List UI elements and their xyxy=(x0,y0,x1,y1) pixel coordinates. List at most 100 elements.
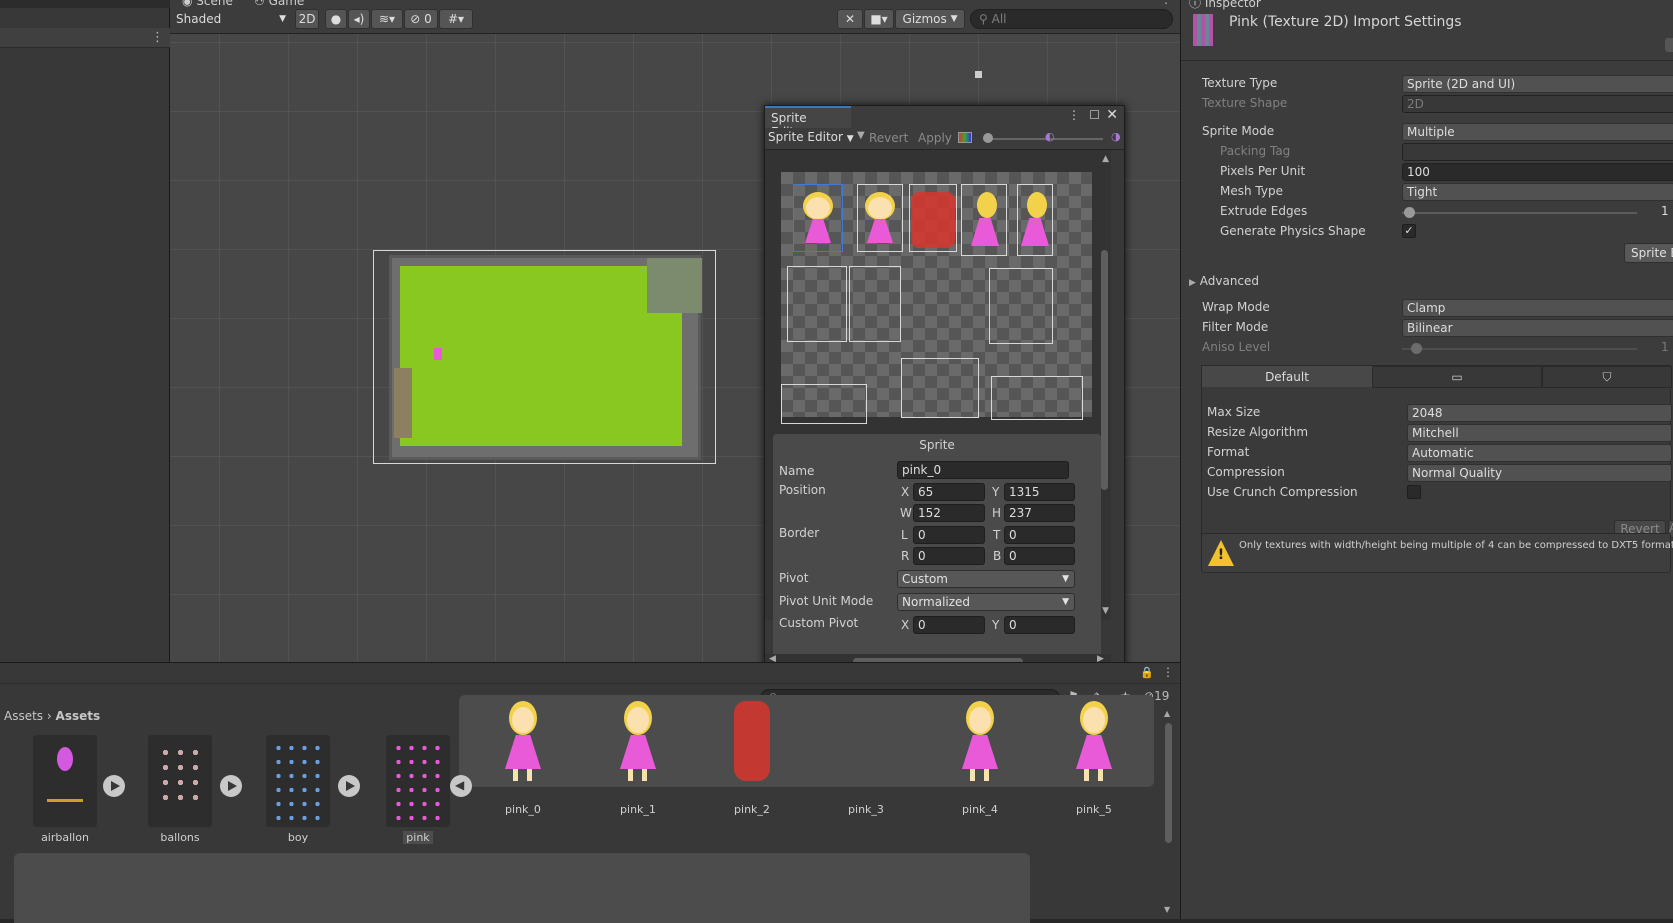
more-options-icon[interactable]: ⋮ xyxy=(151,30,164,45)
search-icon: ⚲ xyxy=(979,12,988,26)
toggle-2d-button[interactable]: 2D xyxy=(295,9,319,29)
generate-physics-checkbox[interactable]: ✓ xyxy=(1402,224,1416,238)
aniso-level-knob[interactable] xyxy=(1411,343,1423,354)
custom-pivot-x-field[interactable]: 0 xyxy=(913,616,985,634)
project-scrollbar[interactable]: ▲ ▼ xyxy=(1164,709,1174,917)
sprite-frame[interactable] xyxy=(787,266,847,342)
sprite-item-pink_2[interactable]: pink_2 xyxy=(712,695,792,820)
shading-dropdown[interactable]: Shaded ▼ xyxy=(174,9,290,29)
resize-algorithm-dropdown[interactable]: Mitchell xyxy=(1407,424,1672,442)
extrude-edges-value[interactable]: 1 xyxy=(1661,204,1669,218)
pixels-per-unit-field[interactable]: 100 xyxy=(1402,163,1673,181)
more-options-icon[interactable]: ⋮ xyxy=(1068,108,1080,122)
border-b-field[interactable]: 0 xyxy=(1004,547,1075,565)
more-options-icon[interactable]: ⋮ xyxy=(1162,665,1174,679)
advanced-foldout[interactable]: ▶ Advanced xyxy=(1189,274,1259,292)
position-x-field[interactable]: 65 xyxy=(913,483,985,501)
name-field[interactable]: pink_0 xyxy=(897,461,1069,479)
sprite-item-pink_4[interactable]: pink_4 xyxy=(940,695,1020,820)
wrap-mode-dropdown[interactable]: Clamp xyxy=(1402,299,1673,317)
expand-boy-button[interactable] xyxy=(338,775,360,797)
vertical-scrollbar[interactable] xyxy=(1101,250,1108,490)
tools-button[interactable]: ✕ xyxy=(837,9,863,29)
lighting-button[interactable]: ● xyxy=(325,9,347,29)
filter-mode-dropdown[interactable]: Bilinear xyxy=(1402,319,1673,337)
scroll-down-arrow[interactable]: ▼ xyxy=(1102,606,1109,616)
border-t-field[interactable]: 0 xyxy=(1004,526,1075,544)
revert-button[interactable]: Revert xyxy=(869,131,908,145)
sprite-item-pink_3[interactable]: pink_3 xyxy=(826,695,906,820)
maximize-icon[interactable]: ☐ xyxy=(1089,108,1100,122)
generate-physics-label: Generate Physics Shape xyxy=(1220,224,1366,238)
aniso-level-slider[interactable] xyxy=(1402,343,1637,354)
sprite-editor-button[interactable]: Sprite E xyxy=(1624,243,1673,263)
sprite-editor-tab[interactable]: Sprite Editor xyxy=(765,106,851,139)
custom-pivot-y-field[interactable]: 0 xyxy=(1004,616,1075,634)
settings-button[interactable] xyxy=(1665,38,1673,52)
play-left-icon: ◀ xyxy=(455,778,465,792)
effects-button[interactable]: ≋▾ xyxy=(371,9,403,29)
hidden-objects-button[interactable]: ⊘ 0 xyxy=(404,9,438,29)
zoom-slider[interactable] xyxy=(983,138,1103,140)
sprite-frame[interactable] xyxy=(991,376,1083,420)
sprite-frame[interactable] xyxy=(901,358,979,418)
more-options-icon[interactable]: ⋮ xyxy=(1160,0,1172,6)
border-r-field[interactable]: 0 xyxy=(913,547,985,565)
tab-scene[interactable]: ◉ Scene xyxy=(182,0,233,8)
pivot-unit-dropdown[interactable]: Normalized ▼ xyxy=(897,593,1075,611)
expand-ballons-button[interactable] xyxy=(220,775,242,797)
sprite-item-pink_1[interactable]: pink_1 xyxy=(598,695,678,820)
extrude-edges-slider[interactable] xyxy=(1402,207,1637,218)
close-icon[interactable]: ✕ xyxy=(1106,107,1118,123)
expand-airballon-button[interactable] xyxy=(103,775,125,797)
platform-tab-standalone[interactable]: ▭ xyxy=(1372,366,1542,388)
lock-icon[interactable]: 🔒 xyxy=(1140,666,1154,679)
inspector-tab[interactable]: ⓘ Inspector xyxy=(1189,0,1261,11)
extrude-edges-knob[interactable] xyxy=(1404,207,1416,218)
scroll-up-arrow[interactable]: ▲ xyxy=(1164,709,1170,718)
mode-dropdown[interactable]: Sprite Editor ▼ xyxy=(768,130,854,144)
tab-game[interactable]: ⚇ Game xyxy=(254,0,304,8)
camera-button[interactable]: ■▾ xyxy=(864,9,894,29)
scroll-up-arrow[interactable]: ▲ xyxy=(1102,154,1109,164)
gizmos-dropdown[interactable]: Gizmos ▼ xyxy=(895,9,965,29)
asset-boy[interactable]: boy xyxy=(264,735,332,844)
height-field[interactable]: 237 xyxy=(1004,504,1075,522)
apply-button[interactable]: Apply xyxy=(918,131,952,145)
audio-button[interactable]: ◂) xyxy=(348,9,370,29)
collapse-pink-button[interactable]: ◀ xyxy=(450,775,472,797)
asset-pink[interactable]: pink xyxy=(384,735,452,844)
use-crunch-checkbox[interactable] xyxy=(1407,485,1421,499)
max-size-dropdown[interactable]: 2048 xyxy=(1407,404,1672,422)
asset-label: ballons xyxy=(160,831,200,844)
asset-ballons[interactable]: ballons xyxy=(146,735,214,844)
scroll-down-arrow[interactable]: ▼ xyxy=(1164,905,1170,914)
sprite-frame[interactable] xyxy=(849,266,901,342)
format-dropdown[interactable]: Automatic xyxy=(1407,444,1672,462)
grid-button[interactable]: #▾ xyxy=(439,9,473,29)
sprite-frame[interactable] xyxy=(781,384,867,424)
zoom-slider-handle[interactable] xyxy=(983,133,993,143)
project-scrollbar-thumb[interactable] xyxy=(1165,723,1172,843)
platform-tab-default[interactable]: Default xyxy=(1202,366,1372,388)
compression-dropdown[interactable]: Normal Quality xyxy=(1407,464,1672,482)
platform-tab-webgl[interactable]: ⛉ xyxy=(1542,366,1672,388)
sprite-mode-dropdown[interactable]: Multiple xyxy=(1402,123,1673,141)
pivot-dropdown[interactable]: Custom ▼ xyxy=(897,570,1075,588)
breadcrumb-root[interactable]: Assets xyxy=(4,709,43,723)
sprite-item-pink_0[interactable]: pink_0 xyxy=(483,695,563,820)
texture-icon xyxy=(1193,14,1213,46)
position-y-field[interactable]: 1315 xyxy=(1004,483,1075,501)
pink-sprite-thumb xyxy=(911,192,955,248)
sprite-item-pink_5[interactable]: pink_5 xyxy=(1054,695,1134,820)
scene-search-input[interactable]: ⚲ All xyxy=(970,9,1173,29)
sprite-frame[interactable] xyxy=(989,268,1053,344)
border-l-field[interactable]: 0 xyxy=(913,526,985,544)
color-channel-icon[interactable] xyxy=(958,132,972,143)
mesh-type-dropdown[interactable]: Tight xyxy=(1402,183,1673,201)
mode-extra-dropdown[interactable]: ▼ xyxy=(857,130,865,141)
texture-type-dropdown[interactable]: Sprite (2D and UI) xyxy=(1402,75,1673,93)
grid-icon: #▾ xyxy=(447,12,465,26)
width-field[interactable]: 152 xyxy=(913,504,985,522)
asset-airballon[interactable]: airballon xyxy=(31,735,99,844)
